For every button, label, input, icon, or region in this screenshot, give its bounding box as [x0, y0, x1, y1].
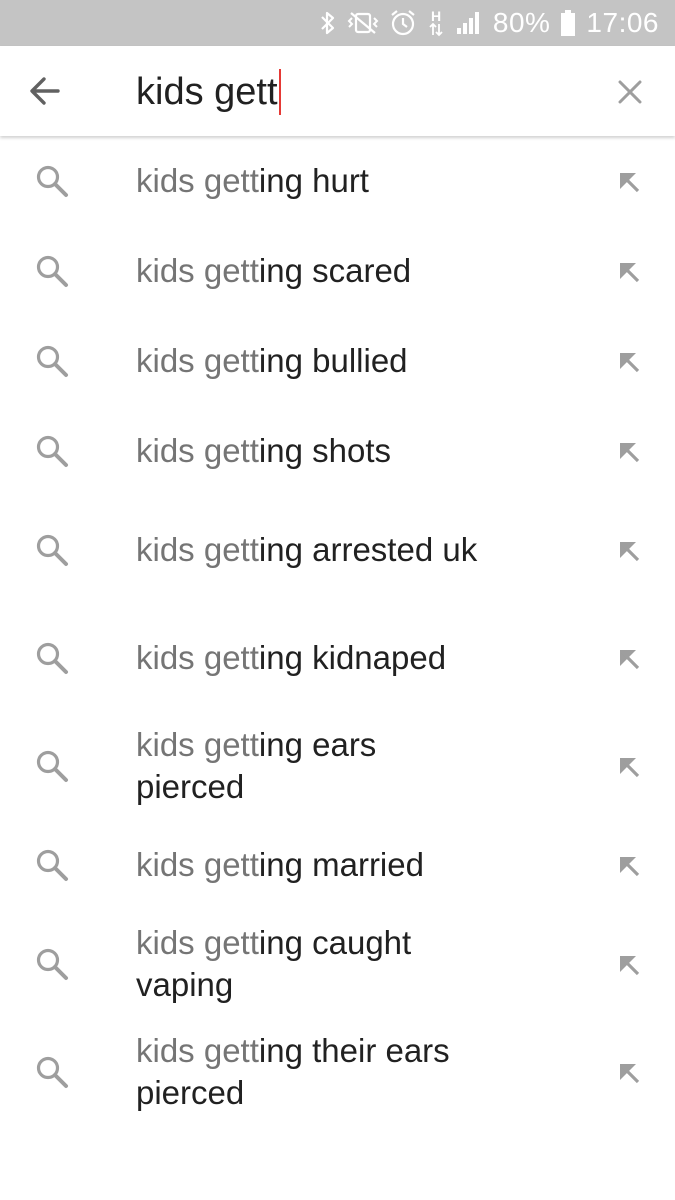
suggestion-label: kids getting married	[136, 844, 486, 886]
search-icon	[32, 161, 72, 201]
vibrate-mute-icon	[347, 10, 379, 36]
arrow-up-left-icon	[620, 263, 640, 283]
suggestion-list: kids getting hurt kids getting scared ki…	[0, 136, 675, 1126]
fill-query-button[interactable]	[608, 944, 648, 984]
suggestion-typed: kids gett	[136, 432, 259, 469]
fill-query-button[interactable]	[608, 161, 648, 201]
suggestion-completion: ing hurt	[258, 162, 369, 199]
arrow-up-left-icon	[620, 650, 640, 670]
suggestion-typed: kids gett	[136, 252, 259, 289]
suggestion-item[interactable]: kids getting their ears pierced	[0, 1018, 675, 1126]
fill-query-button[interactable]	[608, 251, 648, 291]
suggestion-completion: ing shots	[258, 432, 391, 469]
suggestion-item[interactable]: kids getting hurt	[0, 136, 675, 226]
search-icon	[32, 251, 72, 291]
signal-icon	[455, 10, 483, 36]
search-icon	[32, 431, 72, 471]
suggestion-label: kids getting scared	[136, 250, 486, 292]
suggestion-completion: ing married	[258, 846, 424, 883]
suggestion-item[interactable]: kids getting shots	[0, 406, 675, 496]
arrow-up-left-icon	[620, 956, 640, 976]
arrow-up-left-icon	[620, 353, 640, 373]
search-bar: kids gett	[0, 46, 675, 136]
clear-button[interactable]	[608, 70, 652, 114]
fill-query-button[interactable]	[608, 341, 648, 381]
suggestion-label: kids getting shots	[136, 430, 486, 472]
suggestion-typed: kids gett	[136, 162, 259, 199]
bluetooth-icon	[319, 10, 337, 36]
suggestion-typed: kids gett	[136, 924, 259, 961]
close-icon	[618, 80, 642, 104]
suggestion-completion: ing kidnaped	[258, 639, 447, 676]
fill-query-button[interactable]	[608, 530, 648, 570]
battery-icon	[560, 9, 576, 37]
search-icon	[32, 638, 72, 678]
text-cursor	[278, 69, 281, 115]
suggestion-item[interactable]: kids getting caught vaping	[0, 910, 675, 1018]
suggestion-completion: ing arrested uk	[258, 531, 478, 568]
suggestion-item[interactable]: kids getting arrested uk	[0, 496, 675, 604]
search-icon	[32, 944, 72, 984]
fill-query-button[interactable]	[608, 431, 648, 471]
arrow-up-left-icon	[620, 857, 640, 877]
suggestion-typed: kids gett	[136, 726, 259, 763]
suggestion-item[interactable]: kids getting married	[0, 820, 675, 910]
suggestion-label: kids getting ears pierced	[136, 724, 486, 808]
fill-query-button[interactable]	[608, 746, 648, 786]
fill-query-button[interactable]	[608, 1052, 648, 1092]
alarm-icon	[389, 9, 417, 37]
arrow-left-icon	[30, 77, 60, 105]
suggestion-label: kids getting bullied	[136, 340, 486, 382]
suggestion-label: kids getting arrested uk	[136, 529, 486, 571]
battery-percent: 80%	[492, 7, 551, 38]
search-icon	[32, 845, 72, 885]
data-activity-icon: H	[427, 8, 445, 38]
suggestion-label: kids getting hurt	[136, 160, 486, 202]
suggestion-label: kids getting caught vaping	[136, 922, 486, 1006]
arrow-up-left-icon	[620, 443, 640, 463]
status-time: 17:06	[586, 7, 659, 38]
suggestion-label: kids getting kidnaped	[136, 637, 486, 679]
suggestion-completion: ing bullied	[258, 342, 408, 379]
suggestion-typed: kids gett	[136, 1032, 259, 1069]
search-icon	[32, 746, 72, 786]
back-button[interactable]	[22, 68, 68, 114]
suggestion-completion: ing scared	[258, 252, 412, 289]
arrow-up-left-icon	[620, 542, 640, 562]
suggestion-typed: kids gett	[136, 342, 259, 379]
suggestion-item[interactable]: kids getting bullied	[0, 316, 675, 406]
status-bar: H 80% 17:06	[0, 0, 675, 46]
arrow-up-left-icon	[620, 173, 640, 193]
suggestion-typed: kids gett	[136, 531, 259, 568]
suggestion-item[interactable]: kids getting kidnaped	[0, 604, 675, 712]
suggestion-typed: kids gett	[136, 639, 259, 676]
arrow-up-left-icon	[620, 758, 640, 778]
search-input[interactable]: kids gett	[136, 64, 281, 120]
arrow-up-left-icon	[620, 1064, 640, 1084]
search-icon	[32, 530, 72, 570]
suggestion-item[interactable]: kids getting scared	[0, 226, 675, 316]
search-icon	[32, 341, 72, 381]
fill-query-button[interactable]	[608, 845, 648, 885]
search-icon	[32, 1052, 72, 1092]
suggestion-label: kids getting their ears pierced	[136, 1030, 486, 1114]
suggestion-item[interactable]: kids getting ears pierced	[0, 712, 675, 820]
search-query[interactable]: kids gett	[136, 71, 278, 114]
suggestion-typed: kids gett	[136, 846, 259, 883]
network-type-label: H	[431, 8, 441, 24]
fill-query-button[interactable]	[608, 638, 648, 678]
